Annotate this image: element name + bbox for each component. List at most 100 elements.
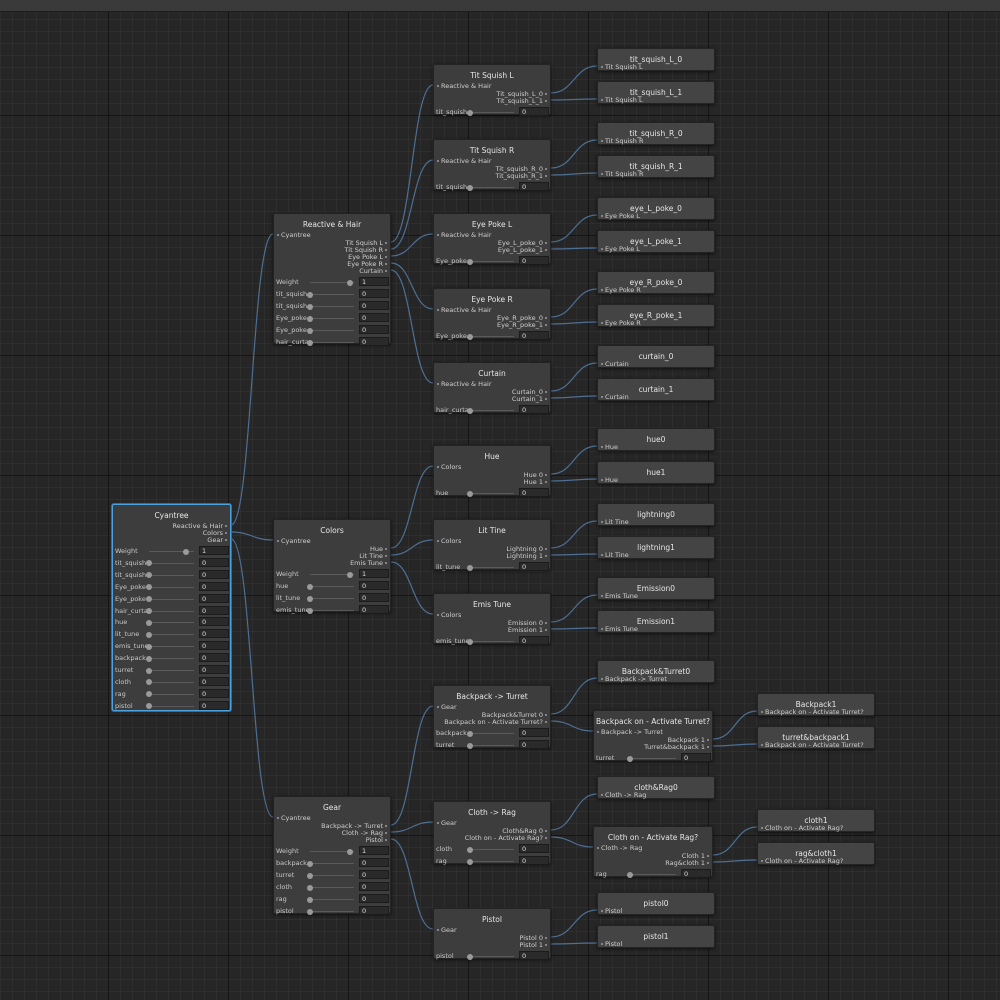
node-lightning0[interactable]: lightning0 Lit Tine (597, 503, 715, 526)
input-port[interactable]: Colors (436, 537, 461, 545)
slider-knob[interactable] (307, 339, 313, 346)
node-reactive-and-hair[interactable]: Reactive & Hair Cyantree Tit Squish L Tit S… (273, 213, 391, 346)
param-value-field[interactable]: 0 (359, 337, 389, 346)
output-port[interactable]: Eye_L_poke_1 (498, 246, 548, 254)
param-slider[interactable] (307, 884, 354, 891)
input-port[interactable]: Tit Squish R (600, 137, 643, 145)
output-port[interactable]: Backpack on - Activate Turret? (444, 718, 547, 726)
param-slider[interactable] (467, 109, 514, 116)
param-value-field[interactable]: 0 (519, 562, 549, 571)
input-port[interactable]: Tit Squish R (600, 170, 643, 178)
node-eye-r-poke-1[interactable]: eye_R_poke_1 Eye Poke R (597, 304, 715, 327)
param-value-field[interactable]: 0 (519, 182, 549, 191)
param-value-field[interactable]: 0 (199, 629, 229, 639)
node-eye-poke-l[interactable]: Eye Poke L Reactive & Hair Eye_L_poke_0 Eye… (433, 213, 551, 265)
slider-knob[interactable] (467, 742, 473, 749)
param-value-field[interactable]: 0 (681, 869, 711, 878)
slider-knob[interactable] (146, 560, 152, 567)
input-port[interactable]: Backpack -> Turret (597, 728, 663, 736)
output-port[interactable]: Eye_R_poke_1 (497, 321, 547, 329)
input-port[interactable]: Eye Poke R (601, 319, 641, 327)
input-port[interactable]: Cloth on - Activate Rag? (760, 824, 843, 832)
param-value-field[interactable]: 0 (199, 700, 229, 710)
input-port[interactable]: Emis Tune (601, 625, 638, 633)
node-hue[interactable]: Hue Colors Hue 0 Hue 1 hue 0 (433, 445, 551, 497)
slider-knob[interactable] (307, 583, 313, 590)
output-port[interactable]: Rag&cloth 1 (665, 859, 709, 867)
slider-knob[interactable] (467, 953, 473, 960)
input-port[interactable]: Colors (436, 611, 461, 619)
param-value-field[interactable]: 1 (359, 569, 389, 578)
slider-knob[interactable] (146, 667, 152, 674)
slider-knob[interactable] (627, 755, 633, 762)
param-slider[interactable] (467, 564, 514, 571)
param-slider[interactable] (146, 703, 194, 710)
param-slider[interactable] (146, 596, 194, 603)
param-slider[interactable] (146, 691, 194, 698)
param-slider[interactable] (467, 333, 514, 340)
input-port[interactable]: Cloth -> Rag (600, 791, 646, 799)
slider-knob[interactable] (467, 407, 473, 414)
param-value-field[interactable]: 0 (359, 593, 389, 602)
param-value-field[interactable]: 0 (359, 581, 389, 590)
node-backpack1[interactable]: Backpack1 Backpack on - Activate Turret? (757, 693, 875, 716)
param-slider[interactable] (467, 638, 514, 645)
param-value-field[interactable]: 0 (199, 665, 229, 674)
param-slider[interactable] (307, 291, 354, 298)
input-port[interactable]: Eye Poke L (601, 212, 640, 220)
param-slider[interactable] (310, 279, 354, 286)
param-slider[interactable] (146, 608, 194, 614)
slider-knob[interactable] (467, 858, 473, 865)
param-slider[interactable] (146, 679, 194, 686)
param-slider[interactable] (467, 846, 514, 853)
input-port[interactable]: Backpack -> Turret (601, 675, 667, 683)
input-port[interactable]: Curtain (601, 360, 629, 368)
param-value-field[interactable]: 0 (199, 653, 229, 663)
node-lightning1[interactable]: lightning1 Lit Tine (597, 536, 715, 559)
input-port[interactable]: Lit Tine (601, 518, 629, 526)
input-port[interactable]: Reactive & Hair (437, 157, 492, 165)
param-value-field[interactable]: 0 (519, 107, 549, 116)
node-emission1[interactable]: Emission1 Emis Tune (597, 610, 715, 633)
node-eye-r-poke-0[interactable]: eye_R_poke_0 Eye Poke R (597, 271, 715, 294)
param-value-field[interactable]: 0 (519, 856, 549, 865)
param-value-field[interactable]: 0 (359, 906, 389, 915)
param-slider[interactable] (307, 583, 354, 590)
node-emission0[interactable]: Emission0 Emis Tune (597, 577, 715, 600)
input-port[interactable]: Reactive & Hair (437, 380, 492, 388)
param-slider[interactable] (146, 560, 194, 567)
input-port[interactable]: Tit Squish L (601, 63, 643, 71)
input-port[interactable]: Hue (600, 476, 618, 484)
node-eye-l-poke-0[interactable]: eye_L_poke_0 Eye Poke L (597, 197, 715, 220)
slider-knob[interactable] (146, 608, 152, 614)
output-port[interactable]: Emis Tune (350, 559, 387, 567)
param-slider[interactable] (146, 667, 194, 674)
input-port[interactable]: Backpack on - Activate Turret? (761, 741, 864, 749)
param-slider[interactable] (467, 858, 514, 865)
node-curtain-0[interactable]: curtain_0 Curtain (597, 345, 715, 368)
param-slider[interactable] (307, 303, 354, 310)
param-slider[interactable] (310, 848, 354, 855)
output-port[interactable]: Curtain (359, 267, 387, 275)
input-port[interactable]: Gear (437, 926, 457, 934)
param-value-field[interactable]: 0 (359, 870, 389, 879)
slider-knob[interactable] (467, 184, 473, 191)
param-slider[interactable] (307, 908, 354, 915)
node-tit-squish-r-0[interactable]: tit_squish_R_0 Tit Squish R (597, 122, 715, 145)
slider-knob[interactable] (307, 303, 313, 310)
param-value-field[interactable]: 0 (199, 605, 229, 615)
node-backpack-to-turret[interactable]: Backpack -> Turret Gear Backpack&Turret 0B… (433, 685, 551, 749)
input-port[interactable]: Backpack on - Activate Turret? (761, 708, 864, 716)
input-port[interactable]: Eye Poke R (601, 286, 641, 294)
param-slider[interactable] (307, 595, 354, 602)
input-port[interactable]: Reactive & Hair (437, 306, 492, 314)
node-hue1[interactable]: hue1 Hue (597, 461, 715, 484)
node-hue0[interactable]: hue0 Hue (597, 428, 715, 451)
node-gear[interactable]: Gear Cyantree Backpack -> Turret Cloth -> R… (273, 796, 391, 915)
slider-knob[interactable] (307, 291, 313, 298)
param-value-field[interactable]: 0 (519, 636, 549, 645)
output-port[interactable]: Tit_squish_L_1 (496, 97, 547, 105)
param-value-field[interactable]: 0 (519, 844, 549, 853)
input-port[interactable]: Cloth on - Activate Rag? (760, 857, 843, 865)
param-slider[interactable] (627, 755, 676, 762)
